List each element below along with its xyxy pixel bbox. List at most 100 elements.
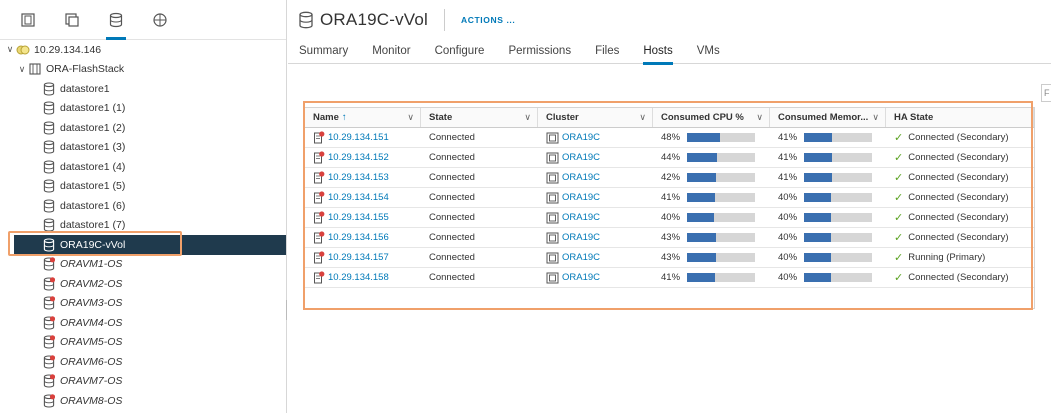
tree-item[interactable]: ORAVM8-OS (0, 391, 286, 411)
column-menu-icon[interactable]: ∨ (639, 112, 646, 123)
tree-item[interactable]: ∨ 10.29.134.146 (0, 40, 286, 60)
cluster-link[interactable]: ORA19C (562, 172, 600, 183)
cluster-link[interactable]: ORA19C (562, 212, 600, 223)
tree-item[interactable]: datastore1 (5) (0, 177, 286, 197)
cluster-link[interactable]: ORA19C (562, 232, 600, 243)
host-state-cell: Connected (429, 192, 475, 203)
tab-configure[interactable]: Configure (435, 40, 485, 64)
usage-percent: 40% (778, 232, 798, 243)
tree-item[interactable]: datastore1 (0, 79, 286, 99)
tree-item[interactable]: datastore1 (2) (0, 118, 286, 138)
grid-body: 10.29.134.151 Connected ORA19C 48% 41% ✓ Conne… (305, 128, 1034, 288)
column-header[interactable]: Name ↑ ∨ (305, 108, 421, 127)
ha-state-label: Connected (Secondary) (908, 232, 1009, 243)
nav-tab-storage[interactable] (94, 0, 138, 40)
table-row[interactable]: 10.29.134.158 Connected ORA19C 41% 40% ✓ Conne… (305, 268, 1034, 288)
tree-item-label: 10.29.134.146 (34, 43, 102, 56)
usage-bar (687, 133, 755, 142)
table-row[interactable]: 10.29.134.155 Connected ORA19C 40% 40% ✓ Conne… (305, 208, 1034, 228)
table-row[interactable]: 10.29.134.156 Connected ORA19C 43% 40% ✓ Conne… (305, 228, 1034, 248)
tree-item[interactable]: ORAVM7-OS (0, 372, 286, 392)
tab-hosts[interactable]: Hosts (643, 40, 674, 65)
usage-percent: 42% (661, 172, 681, 183)
column-menu-icon[interactable]: ∨ (524, 112, 531, 123)
column-menu-icon[interactable]: ∨ (756, 112, 763, 123)
host-link[interactable]: 10.29.134.152 (328, 152, 389, 163)
cluster-link[interactable]: ORA19C (562, 252, 600, 263)
tab-vms[interactable]: VMs (697, 40, 720, 64)
host-link[interactable]: 10.29.134.156 (328, 232, 389, 243)
usage-percent: 41% (778, 132, 798, 143)
tree-item[interactable]: ORAVM4-OS (0, 313, 286, 333)
tree-item[interactable]: ORAVM2-OS (0, 274, 286, 294)
column-header[interactable]: State ∨ (421, 108, 538, 127)
datastore-icon (299, 11, 313, 29)
tab-permissions[interactable]: Permissions (508, 40, 571, 64)
usage-bar (687, 253, 755, 262)
ha-state-cell: ✓ Connected (Secondary) (886, 268, 1034, 287)
table-row[interactable]: 10.29.134.157 Connected ORA19C 43% 40% ✓ Runni… (305, 248, 1034, 268)
cluster-link[interactable]: ORA19C (562, 192, 600, 203)
cpu-usage-cell: 41% (653, 188, 770, 207)
tree-item[interactable]: ORAVM1-OS (0, 255, 286, 275)
nav-tab-hosts-clusters[interactable] (6, 0, 50, 40)
usage-bar (687, 153, 755, 162)
tree-item-label: datastore1 (5) (60, 180, 126, 193)
cluster-link[interactable]: ORA19C (562, 272, 600, 283)
ha-state-cell: ✓ Connected (Secondary) (886, 168, 1034, 187)
tree-item[interactable]: ORAVM3-OS (0, 294, 286, 314)
main-content: ORA19C-vVol ACTIONS ... Summary Monitor Co… (288, 0, 1051, 413)
usage-bar (687, 273, 755, 282)
table-row[interactable]: 10.29.134.153 Connected ORA19C 42% 41% ✓ Conne… (305, 168, 1034, 188)
host-name-cell: 10.29.134.153 (305, 168, 421, 187)
tab-files[interactable]: Files (595, 40, 619, 64)
host-state-cell: Connected (429, 212, 475, 223)
chevron-down-icon[interactable]: ∨ (4, 44, 16, 55)
tree-item[interactable]: ORAVM6-OS (0, 352, 286, 372)
tab-monitor[interactable]: Monitor (372, 40, 410, 64)
host-link[interactable]: 10.29.134.154 (328, 192, 389, 203)
tree-item[interactable]: datastore1 (6) (0, 196, 286, 216)
actions-menu-button[interactable]: ACTIONS ... (461, 15, 515, 25)
column-header[interactable]: HA State (886, 108, 1034, 127)
tree-item[interactable]: ∨ ORA-FlashStack (0, 60, 286, 80)
tree-item-label: ORAVM3-OS (60, 297, 123, 310)
datastore-icon (42, 140, 56, 154)
memory-usage-cell: 41% (770, 148, 886, 167)
tree-item[interactable]: ORAVM5-OS (0, 333, 286, 353)
cluster-link[interactable]: ORA19C (562, 152, 600, 163)
nav-tab-vms-templates[interactable] (50, 0, 94, 40)
tree-item[interactable]: datastore1 (4) (0, 157, 286, 177)
usage-bar (804, 133, 872, 142)
table-row[interactable]: 10.29.134.152 Connected ORA19C 44% 41% ✓ Conne… (305, 148, 1034, 168)
host-link[interactable]: 10.29.134.151 (328, 132, 389, 143)
column-header[interactable]: Consumed Memor... ∨ (770, 108, 886, 127)
tree-item[interactable]: datastore1 (3) (0, 138, 286, 158)
host-link[interactable]: 10.29.134.155 (328, 212, 389, 223)
host-link[interactable]: 10.29.134.158 (328, 272, 389, 283)
tab-summary[interactable]: Summary (299, 40, 348, 64)
usage-bar-fill (687, 213, 715, 222)
column-menu-icon[interactable]: ∨ (407, 112, 414, 123)
filter-input[interactable]: F (1041, 84, 1051, 102)
cluster-cell: ORA19C (538, 188, 653, 207)
tree-item[interactable]: datastore1 (1) (0, 99, 286, 119)
column-menu-icon[interactable]: ∨ (872, 112, 879, 123)
cluster-link[interactable]: ORA19C (562, 132, 600, 143)
memory-usage-cell: 40% (770, 208, 886, 227)
tree-item[interactable]: datastore1 (7) (0, 216, 286, 236)
sort-ascending-icon[interactable]: ↑ (342, 112, 347, 123)
object-tabs: Summary Monitor Configure Permissions Files H… (288, 40, 1051, 65)
column-header[interactable]: Cluster ∨ (538, 108, 653, 127)
table-row[interactable]: 10.29.134.151 Connected ORA19C 48% 41% ✓ Conne… (305, 128, 1034, 148)
host-link[interactable]: 10.29.134.157 (328, 252, 389, 263)
memory-usage-cell: 40% (770, 188, 886, 207)
tree-item-selected[interactable]: ORA19C-vVol (14, 235, 286, 255)
ha-state-label: Running (Primary) (908, 252, 986, 263)
check-icon: ✓ (894, 132, 904, 144)
chevron-down-icon[interactable]: ∨ (16, 64, 28, 75)
nav-tab-networking[interactable] (138, 0, 182, 40)
table-row[interactable]: 10.29.134.154 Connected ORA19C 41% 40% ✓ Conne… (305, 188, 1034, 208)
column-header[interactable]: Consumed CPU % ∨ (653, 108, 770, 127)
host-link[interactable]: 10.29.134.153 (328, 172, 389, 183)
